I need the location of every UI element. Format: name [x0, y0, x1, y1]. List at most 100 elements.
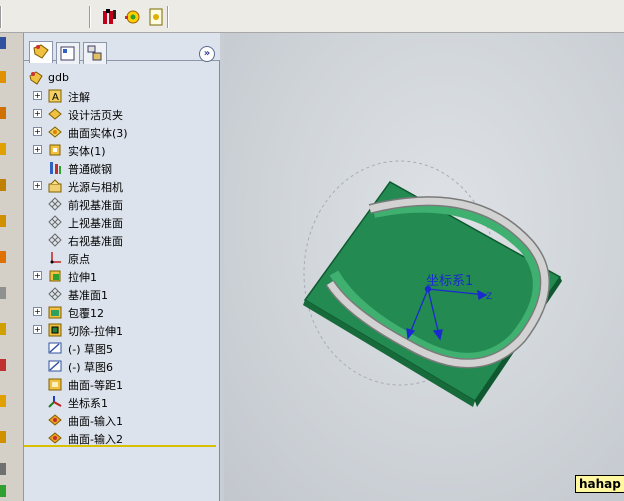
tree-item[interactable]: + 曲面实体(3)	[24, 123, 220, 141]
surface-offset-icon	[47, 376, 63, 392]
graphics-viewport[interactable]: 坐标系1 Z hahap	[224, 33, 624, 501]
tree-item[interactable]: + 光源与相机	[24, 177, 220, 195]
tree-item-label: (-) 草图6	[68, 361, 114, 374]
tree-item[interactable]: + 设计活页夹	[24, 105, 220, 123]
part-icon	[28, 70, 44, 86]
expand-toggle-icon[interactable]: +	[33, 307, 42, 316]
tree-item[interactable]: 前视基准面	[24, 195, 220, 213]
tree-root[interactable]: gdb	[24, 69, 220, 87]
expand-toggle-icon[interactable]: +	[33, 325, 42, 334]
tree-item[interactable]: (-) 草图6	[24, 357, 220, 375]
sketch-icon	[47, 358, 63, 374]
tree-item[interactable]: + 实体(1)	[24, 141, 220, 159]
strip-tool-icon[interactable]	[0, 431, 6, 443]
tree-item-label: 设计活页夹	[68, 109, 123, 122]
tree-item[interactable]: 曲面-输入1	[24, 411, 220, 429]
coordinate-system-label: 坐标系1	[426, 274, 473, 289]
expand-toggle-icon[interactable]: +	[33, 91, 42, 100]
tab-configuration-manager[interactable]	[83, 42, 107, 64]
coordinate-system-icon	[47, 394, 63, 410]
tree-item-label: 坐标系1	[68, 397, 108, 410]
tree-item-label: 普通碳钢	[68, 163, 112, 176]
tree-root-label: gdb	[48, 71, 69, 84]
strip-tool-icon[interactable]	[0, 323, 6, 335]
options-icon[interactable]	[123, 7, 143, 27]
surface-bodies-icon	[47, 124, 63, 140]
material-icon	[47, 160, 63, 176]
toolbar-separator	[0, 6, 2, 28]
strip-tool-icon[interactable]	[0, 485, 6, 497]
strip-tool-icon[interactable]	[0, 215, 6, 227]
tree-item-label: 曲面-等距1	[68, 379, 123, 392]
expand-toggle-icon[interactable]: +	[33, 109, 42, 118]
plane-icon	[47, 214, 63, 230]
plane-icon	[47, 232, 63, 248]
tree-item-label: 切除-拉伸1	[68, 325, 123, 338]
strip-tool-icon[interactable]	[0, 179, 6, 191]
left-toolbar-strip	[0, 33, 24, 501]
expand-toggle-icon[interactable]: +	[33, 127, 42, 136]
strip-tool-icon[interactable]	[0, 359, 6, 371]
wrap-icon	[47, 304, 63, 320]
extrude-icon	[47, 268, 63, 284]
tree-item[interactable]: 原点	[24, 249, 220, 267]
tree-item[interactable]: + 切除-拉伸1	[24, 321, 220, 339]
strip-tool-icon[interactable]	[0, 71, 6, 83]
toolbar-separator	[89, 6, 91, 28]
cut-extrude-icon	[47, 322, 63, 338]
expand-toggle-icon[interactable]: +	[33, 271, 42, 280]
feature-manager-panel: » gdb + A 注解 + 设计活页夹 + 曲面实体(3) + 实体(1) 普通碳钢 + 光源与相机…	[24, 33, 220, 501]
rebuild-icon[interactable]	[100, 7, 120, 27]
axis-z-label: Z	[486, 292, 492, 302]
tree-item[interactable]: + 拉伸1	[24, 267, 220, 285]
tab-feature-manager[interactable]	[29, 41, 53, 63]
tree-item-label: 上视基准面	[68, 217, 123, 230]
expand-toggle-icon[interactable]: +	[33, 181, 42, 190]
file-properties-icon[interactable]	[146, 7, 166, 27]
strip-tool-icon[interactable]	[0, 395, 6, 407]
tab-property-manager[interactable]	[56, 42, 80, 64]
expand-toggle-icon[interactable]: +	[33, 145, 42, 154]
sketch-icon	[47, 340, 63, 356]
tree-item[interactable]: 上视基准面	[24, 213, 220, 231]
design-binder-icon	[47, 106, 63, 122]
tree-item[interactable]: (-) 草图5	[24, 339, 220, 357]
tree-bottom-divider	[24, 445, 216, 447]
tree-item-label: 注解	[68, 91, 90, 104]
solid-bodies-icon	[47, 142, 63, 158]
tree-item-label: 实体(1)	[68, 145, 106, 158]
imported-surface-icon	[47, 430, 63, 446]
top-toolbar	[0, 0, 624, 33]
tree-item[interactable]: 基准面1	[24, 285, 220, 303]
strip-tool-icon[interactable]	[0, 107, 6, 119]
expand-panel-icon[interactable]: »	[199, 46, 215, 62]
origin-icon	[47, 250, 63, 266]
plane-icon	[47, 196, 63, 212]
imported-surface-icon	[47, 412, 63, 428]
tree-item-label: 原点	[68, 253, 90, 266]
tree-item[interactable]: 坐标系1	[24, 393, 220, 411]
toolbar-separator	[167, 6, 169, 28]
tree-item[interactable]: + A 注解	[24, 87, 220, 105]
tree-item-label: 光源与相机	[68, 181, 123, 194]
tree-item[interactable]: 右视基准面	[24, 231, 220, 249]
strip-tool-icon[interactable]	[0, 37, 6, 49]
strip-tool-icon[interactable]	[0, 463, 6, 475]
tree-item-label: 曲面实体(3)	[68, 127, 128, 140]
tree-item-label: (-) 草图5	[68, 343, 114, 356]
tree-item-label: 拉伸1	[68, 271, 97, 284]
tree-item-label: 基准面1	[68, 289, 108, 302]
strip-tool-icon[interactable]	[0, 251, 6, 263]
tree-item-label: 前视基准面	[68, 199, 123, 212]
lights-camera-icon	[47, 178, 63, 194]
watermark-badge: hahap	[575, 475, 624, 493]
strip-tool-icon[interactable]	[0, 143, 6, 155]
tree-item-label: 包覆12	[68, 307, 104, 320]
tree-item[interactable]: + 包覆12	[24, 303, 220, 321]
strip-tool-icon[interactable]	[0, 287, 6, 299]
tree-item[interactable]: 普通碳钢	[24, 159, 220, 177]
tree-item-label: 曲面-输入1	[68, 415, 123, 428]
tree-item[interactable]: 曲面-等距1	[24, 375, 220, 393]
annotation-icon: A	[47, 88, 63, 104]
tree-item-label: 右视基准面	[68, 235, 123, 248]
